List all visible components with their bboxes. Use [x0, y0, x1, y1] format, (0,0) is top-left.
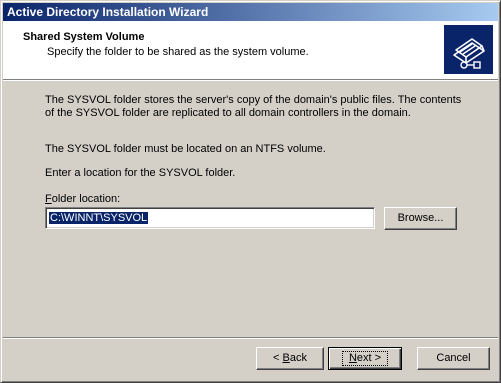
description-paragraph: The SYSVOL folder stores the server's co… — [45, 94, 465, 120]
folder-label-text: older location: — [51, 193, 121, 205]
ntfs-requirement-text: The SYSVOL folder must be located on an … — [45, 143, 326, 155]
back-arrow: < — [273, 352, 283, 364]
title-bar[interactable]: Active Directory Installation Wizard — [3, 3, 498, 21]
cancel-button[interactable]: Cancel — [417, 347, 490, 370]
back-label: ack — [289, 352, 307, 364]
page-title: Shared System Volume — [23, 31, 145, 43]
browse-button[interactable]: Browse... — [384, 207, 457, 230]
sysvol-wizard-icon — [444, 25, 493, 74]
footer-divider — [3, 337, 498, 339]
folder-location-value: C:\WINNT\SYSVOL — [49, 212, 149, 224]
folder-location-label: Folder location: — [45, 193, 120, 205]
description-line: The SYSVOL folder stores the server's co… — [45, 94, 462, 106]
next-button[interactable]: Next > — [328, 347, 402, 370]
next-accelerator: N — [348, 352, 357, 364]
header-divider — [3, 79, 498, 81]
next-label: ext > — [356, 352, 382, 364]
page-subtitle: Specify the folder to be shared as the s… — [47, 46, 309, 58]
instruction-text: Enter a location for the SYSVOL folder. — [45, 167, 236, 179]
back-accelerator: B — [282, 352, 290, 364]
window-title: Active Directory Installation Wizard — [7, 5, 209, 19]
wizard-header: Shared System Volume Specify the folder … — [3, 21, 498, 79]
folder-label-accelerator: F — [45, 193, 52, 205]
wizard-window: Active Directory Installation Wizard Sha… — [0, 0, 501, 383]
folder-location-input[interactable]: C:\WINNT\SYSVOL — [45, 207, 375, 229]
description-line: of the SYSVOL folder are replicated to a… — [45, 107, 411, 119]
next-focus-rect: Next > — [341, 351, 389, 366]
back-button[interactable]: < Back — [256, 347, 324, 370]
